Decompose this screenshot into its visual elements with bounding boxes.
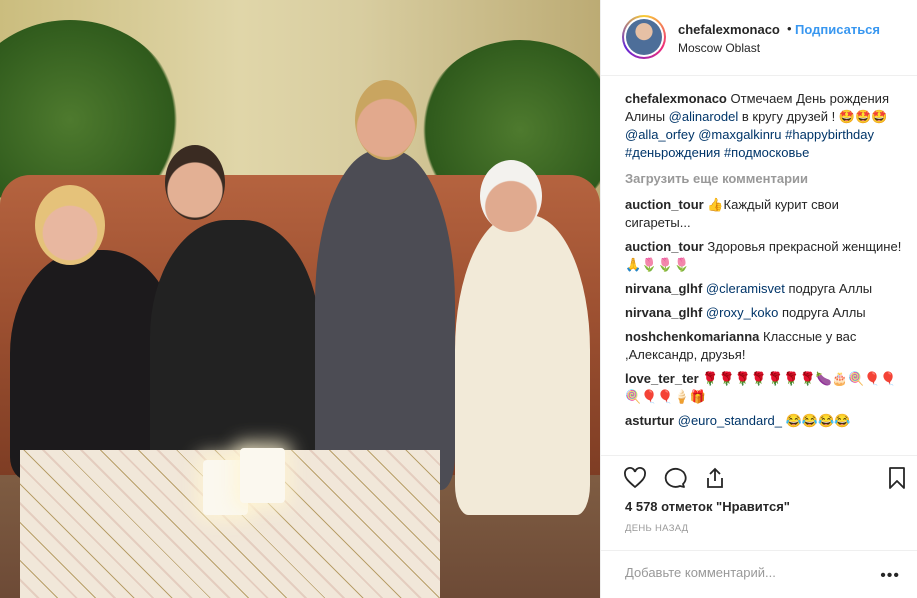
action-bar xyxy=(601,455,917,495)
comment-input[interactable] xyxy=(625,565,865,580)
photo-head-2 xyxy=(165,145,225,220)
comment-mention[interactable]: @euro_standard_ xyxy=(678,413,782,428)
post-timestamp[interactable]: ДЕНЬ НАЗАД xyxy=(625,523,688,534)
load-more-comments-button[interactable]: Загрузить еще комментарии xyxy=(625,170,905,188)
caption-hashtag-2[interactable]: #деньрождения xyxy=(625,145,720,160)
avatar[interactable] xyxy=(622,15,666,59)
caption-hashtag-1[interactable]: #happybirthday xyxy=(785,127,874,142)
add-comment-bar: ••• xyxy=(601,550,917,598)
photo-head-3 xyxy=(355,80,417,160)
comment-text: подруга Аллы xyxy=(788,281,873,296)
more-options-button[interactable]: ••• xyxy=(880,567,900,585)
post-header: chefalexmonaco • Подписаться Moscow Obla… xyxy=(601,0,917,76)
comment-mention[interactable]: @roxy_koko xyxy=(706,305,778,320)
caption-username[interactable]: chefalexmonaco xyxy=(625,91,727,106)
comment-item: auction_tour Здоровья прекрасной женщине… xyxy=(625,238,905,274)
comment-item: noshchenkomarianna Классные у вас ,Алекс… xyxy=(625,328,905,364)
photo-head-1 xyxy=(35,185,105,265)
comments-list: chefalexmonaco Отмечаем День рождения Ал… xyxy=(625,90,905,436)
comment-item: nirvana_glhf @roxy_koko подруга Аллы xyxy=(625,304,905,322)
post-sidebar: chefalexmonaco • Подписаться Moscow Obla… xyxy=(600,0,917,598)
comment-text: подруга Аллы xyxy=(782,305,866,320)
post-caption: chefalexmonaco Отмечаем День рождения Ал… xyxy=(625,90,905,162)
comment-username[interactable]: nirvana_glhf xyxy=(625,305,702,320)
comment-item: asturtur @euro_standard_ 😂😂😂😂 xyxy=(625,412,905,430)
photo-person-2 xyxy=(150,220,320,480)
header-separator: • xyxy=(787,21,792,36)
comment-text: 😂😂😂😂 xyxy=(785,413,851,428)
photo-head-4 xyxy=(480,160,542,232)
comment-username[interactable]: asturtur xyxy=(625,413,674,428)
comment-item: nirvana_glhf @cleramisvet подруга Аллы xyxy=(625,280,905,298)
comment-username[interactable]: auction_tour xyxy=(625,197,704,212)
comment-item: auction_tour 👍Каждый курит свои сигареты… xyxy=(625,196,905,232)
comment-item: love_ter_ter 🌹🌹🌹🌹🌹🌹🌹🍆🎂🍭🎈🎈🍭🎈🎈🍦🎁 xyxy=(625,370,905,406)
photo-candle-2 xyxy=(240,448,285,503)
bookmark-icon[interactable] xyxy=(885,466,909,490)
author-username[interactable]: chefalexmonaco xyxy=(678,22,780,37)
caption-mention-2[interactable]: @alla_orfey xyxy=(625,127,695,142)
caption-mention-1[interactable]: @alinarodel xyxy=(669,109,739,124)
share-icon[interactable] xyxy=(703,466,727,490)
comment-username[interactable]: auction_tour xyxy=(625,239,704,254)
photo-person-3 xyxy=(315,150,455,490)
follow-button[interactable]: Подписаться xyxy=(795,22,880,37)
comment-mention[interactable]: @cleramisvet xyxy=(706,281,785,296)
comment-username[interactable]: nirvana_glhf xyxy=(625,281,702,296)
comment-icon[interactable] xyxy=(663,466,687,490)
heart-icon[interactable] xyxy=(623,466,647,490)
caption-hashtag-3[interactable]: #подмосковье xyxy=(724,145,809,160)
location-link[interactable]: Moscow Oblast xyxy=(678,41,760,55)
comment-username[interactable]: noshchenkomarianna xyxy=(625,329,759,344)
avatar-image xyxy=(626,19,662,55)
likes-count[interactable]: 4 578 отметок "Нравится" xyxy=(625,499,790,514)
comment-username[interactable]: love_ter_ter xyxy=(625,371,699,386)
post-photo[interactable] xyxy=(0,0,600,598)
caption-text-2: в кругу друзей ! 🤩🤩🤩 xyxy=(741,109,888,124)
caption-mention-3[interactable]: @maxgalkinru xyxy=(698,127,781,142)
photo-person-4 xyxy=(455,215,590,515)
